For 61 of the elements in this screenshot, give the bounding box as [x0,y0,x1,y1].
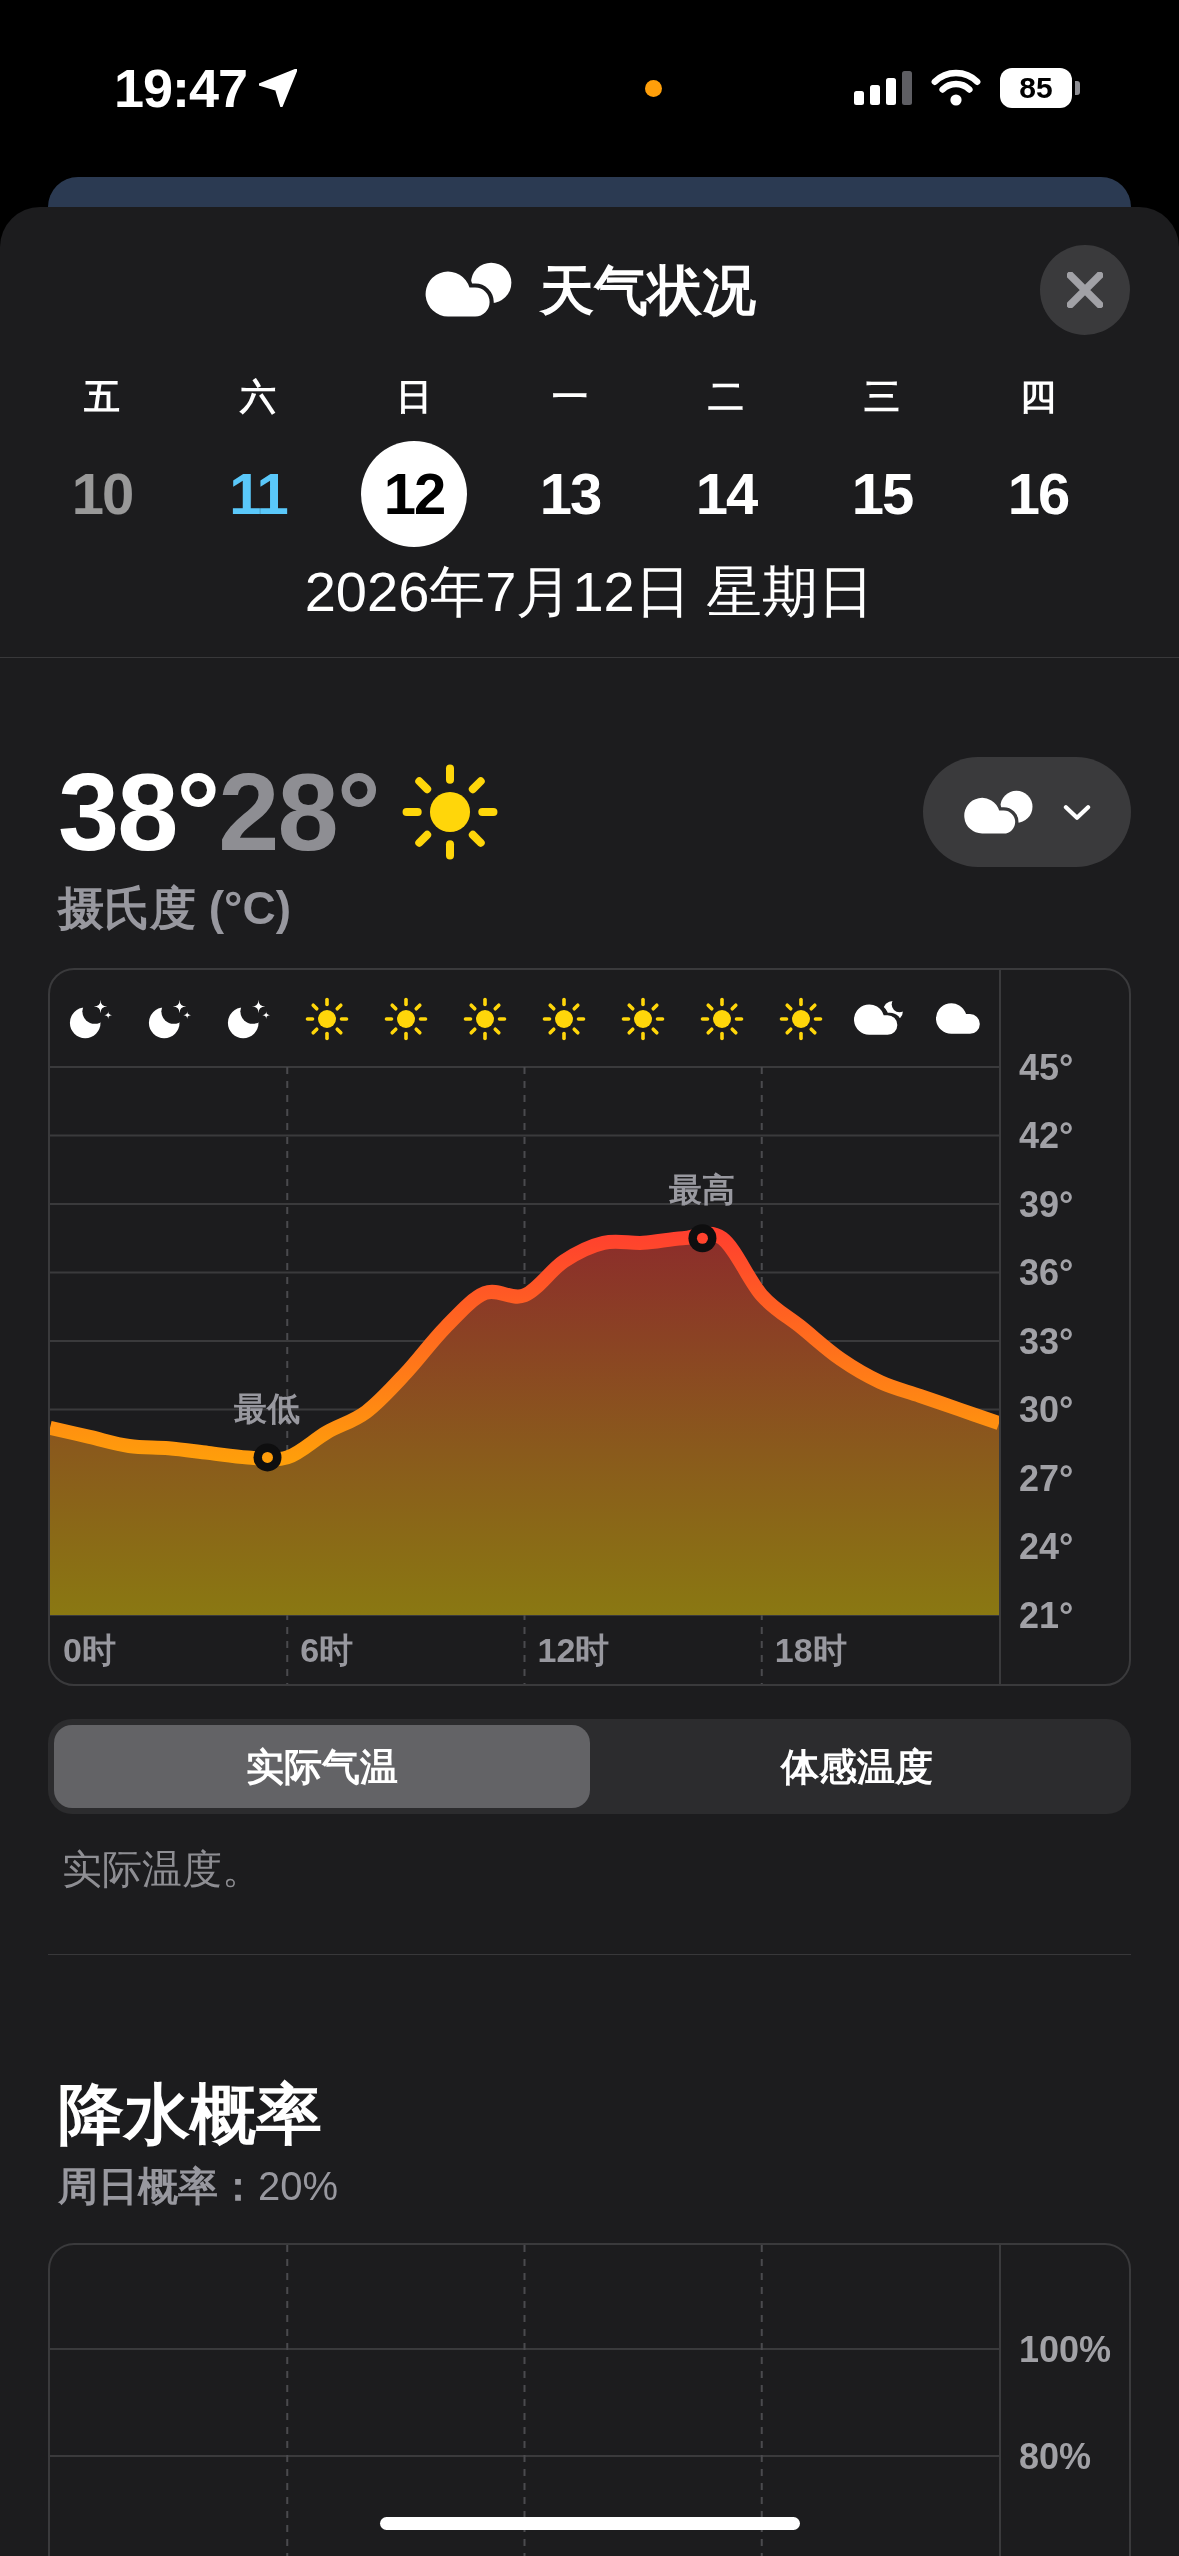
unit-label: 摄氏度 (°C) [58,882,292,934]
sun-icon [779,996,824,1041]
sun-icon [462,996,507,1041]
high-temperature: 38° [58,757,219,867]
sun-icon [700,996,745,1041]
point-marker [688,1224,717,1253]
chevron-down-icon [1063,803,1091,821]
y-axis-label: 80% [1019,2435,1092,2477]
time-label: 18时 [774,1630,847,1669]
sun-icon [542,996,587,1041]
y-axis-label: 33° [1019,1320,1074,1362]
y-axis-label: 45° [1019,1046,1074,1088]
weekday-label: 一 [552,375,588,419]
point-marker [253,1443,282,1472]
wifi-icon [930,69,982,107]
y-axis-label: 27° [1019,1457,1074,1499]
location-arrow-icon [259,69,298,107]
day-button[interactable]: 16 [985,441,1091,547]
y-axis-label: 100% [1019,2328,1112,2370]
description-text: 实际温度。 [62,1846,262,1893]
weekday-label: 日 [396,375,432,419]
low-temperature: 28° [218,757,379,867]
time-label: 0时 [63,1630,116,1669]
y-axis-label: 36° [1019,1252,1074,1293]
chart-annotation: 最高 [669,1170,736,1208]
cloud-icon [423,262,512,318]
weekday-label: 三 [864,375,900,419]
sun-icon [400,763,499,861]
time-label: 12时 [537,1630,610,1669]
weekday-label: 六 [240,375,276,419]
status-time: 19:47 [114,61,248,115]
weekday-label: 四 [1020,375,1056,419]
cloud-icon [936,1003,983,1034]
weekday-label: 二 [708,375,744,419]
signal-icon [854,71,912,105]
day-button[interactable]: 10 [49,441,155,547]
cloud-icon [963,789,1033,835]
segment-tab[interactable]: 实际气温 [54,1725,590,1808]
close-icon [1067,272,1103,308]
sun-icon [383,996,428,1041]
y-axis-label: 39° [1019,1183,1074,1225]
y-axis-label: 42° [1019,1115,1074,1156]
section-subtitle: 周日概率：20% [58,2163,339,2210]
y-axis-label: 24° [1019,1526,1074,1567]
day-button[interactable]: 12 [361,441,467,547]
sun-icon [621,996,666,1041]
time-label: 6时 [300,1630,354,1669]
date-label: 2026年7月12日 星期日 [304,561,875,623]
day-button[interactable]: 14 [673,441,779,547]
battery-indicator: 85 [1000,68,1080,108]
day-button[interactable]: 11 [205,441,311,547]
weekday-label: 五 [84,375,120,419]
segment-tab[interactable]: 体感温度 [589,1725,1125,1808]
sheet-title: 天气状况 [539,263,756,317]
day-button[interactable]: 15 [829,441,935,547]
section-title: 降水概率 [58,2076,322,2152]
y-axis-label: 21° [1019,1594,1074,1636]
sun-icon [304,996,349,1041]
day-button[interactable]: 13 [517,441,623,547]
chart-annotation: 最低 [234,1389,301,1427]
y-axis-label: 30° [1019,1389,1074,1430]
